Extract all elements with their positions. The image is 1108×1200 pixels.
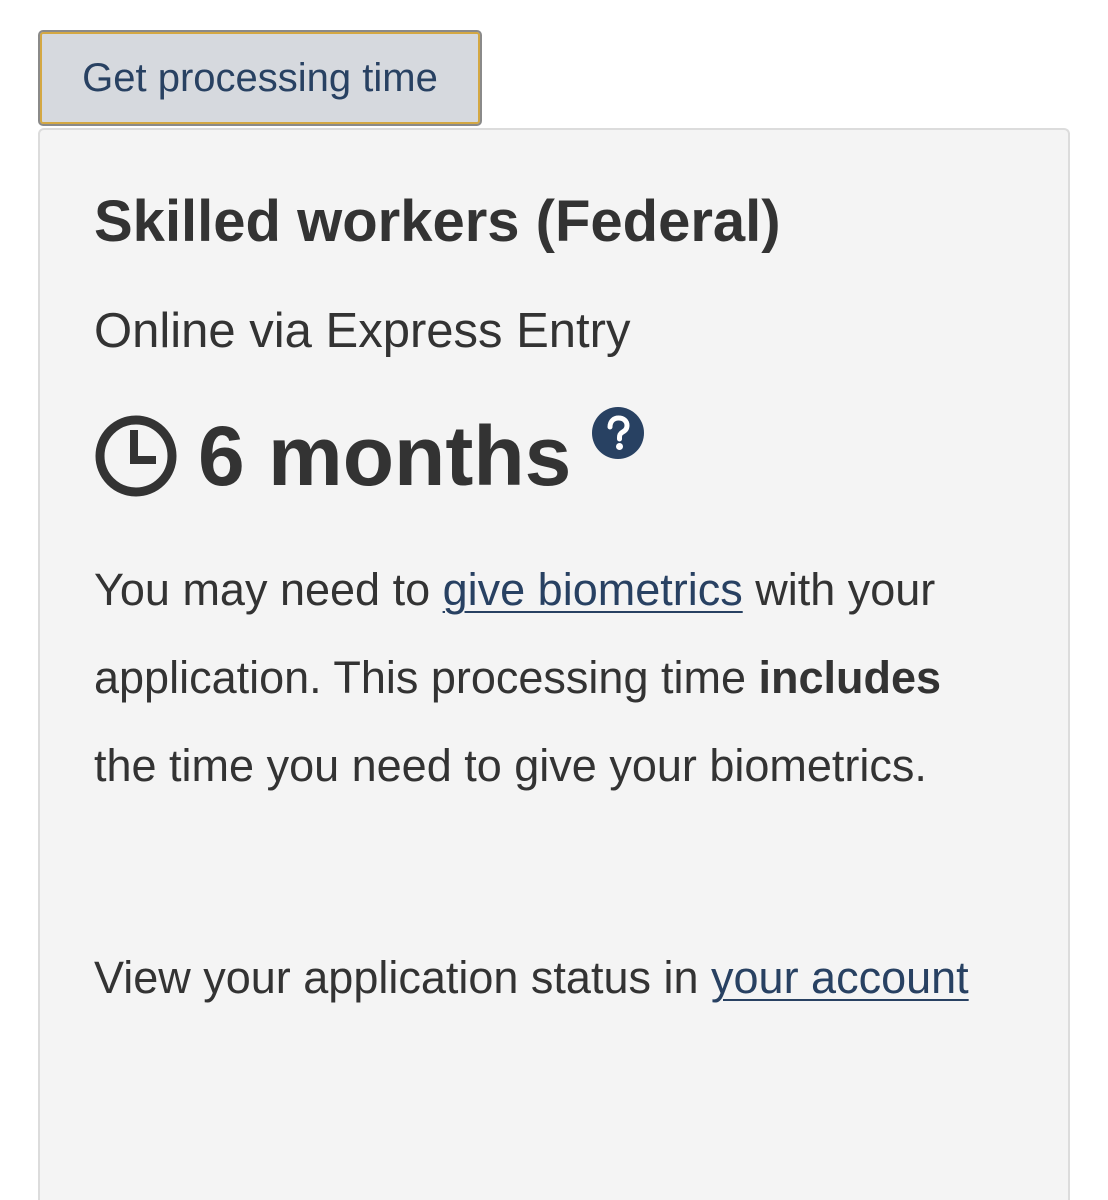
result-panel: Skilled workers (Federal) Online via Exp… [38, 128, 1070, 1200]
give-biometrics-link[interactable]: give biometrics [443, 564, 743, 615]
program-title: Skilled workers (Federal) [94, 189, 781, 254]
clock-icon [95, 415, 177, 497]
biometrics-text-end: the time you need to give your biometric… [94, 740, 927, 791]
biometrics-note: You may need to give biometrics with you… [94, 546, 1014, 810]
includes-emphasis: includes [758, 652, 942, 703]
processing-time-row: 6 months [94, 406, 645, 506]
application-method: Online via Express Entry [94, 304, 631, 358]
biometrics-text-before: You may need to [94, 564, 443, 615]
get-processing-time-button[interactable]: Get processing time [38, 30, 482, 126]
question-circle-icon[interactable] [591, 406, 645, 460]
status-text-before: View your application status in [94, 952, 712, 1003]
processing-time-value: 6 months [198, 409, 572, 503]
your-account-link[interactable]: your account [711, 952, 969, 1003]
status-note: View your application status in your acc… [94, 934, 1014, 1022]
page: Get processing time Skilled workers (Fed… [0, 0, 1108, 1200]
